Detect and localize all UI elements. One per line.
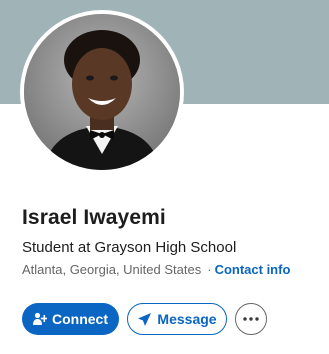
connect-label: Connect: [52, 311, 108, 327]
contact-info-link[interactable]: Contact info: [215, 262, 291, 277]
profile-headline: Student at Grayson High School: [22, 239, 237, 256]
send-icon: [137, 312, 152, 327]
separator-dot: ·: [207, 262, 212, 277]
profile-location: Atlanta, Georgia, United States: [22, 262, 202, 277]
profile-name: Israel Iwayemi: [22, 206, 166, 229]
ellipsis-icon: [243, 317, 259, 321]
message-button[interactable]: Message: [127, 303, 227, 335]
add-person-icon: [33, 312, 47, 326]
profile-avatar[interactable]: [20, 10, 184, 174]
profile-photo: [24, 14, 180, 170]
connect-button[interactable]: Connect: [22, 303, 119, 335]
message-label: Message: [157, 311, 217, 327]
more-actions-button[interactable]: [235, 303, 267, 335]
profile-location-row: Atlanta, Georgia, United States · Contact …: [22, 262, 290, 277]
